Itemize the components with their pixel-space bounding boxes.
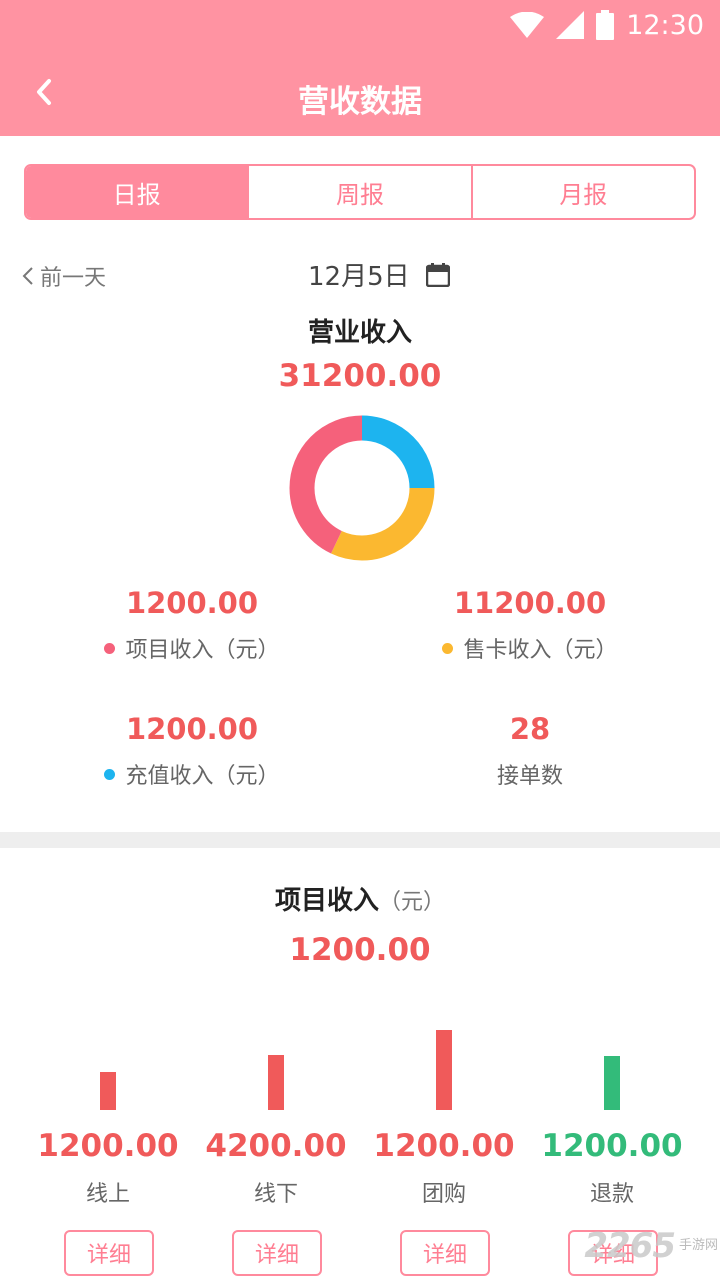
title-bar: 营收数据 bbox=[0, 58, 720, 132]
date-picker[interactable]: 12月5日 bbox=[308, 256, 450, 293]
prev-day-button[interactable]: 前一天 bbox=[22, 260, 106, 292]
chevron-left-icon bbox=[22, 267, 33, 285]
watermark-logo: 2265 手游网 bbox=[584, 1226, 718, 1266]
stat-label-row: 售卡收入（元） bbox=[350, 632, 710, 664]
page-title: 营收数据 bbox=[298, 84, 422, 120]
detail-button-online[interactable]: 详细 bbox=[64, 1230, 154, 1276]
battery-icon bbox=[596, 10, 615, 40]
status-time: 12:30 bbox=[626, 9, 704, 41]
stat-order-count: 28 接单数 bbox=[350, 712, 710, 790]
bar-label: 退款 bbox=[589, 1182, 634, 1207]
bar-column-refund: 1200.00 退款 bbox=[528, 1128, 696, 1208]
report-tabs: 日报 周报 月报 bbox=[24, 164, 696, 220]
stat-label: 项目收入（元） bbox=[125, 638, 280, 663]
income-bar-3 bbox=[604, 1056, 620, 1110]
detail-button-groupbuy[interactable]: 详细 bbox=[400, 1230, 490, 1276]
signal-icon bbox=[556, 11, 585, 39]
stat-recharge-income: 1200.00 充值收入（元） bbox=[12, 712, 372, 790]
project-income-title: 项目收入（元） bbox=[0, 880, 720, 917]
watermark-number: 2265 bbox=[584, 1226, 676, 1266]
project-income-heading: 项目收入 bbox=[274, 886, 379, 916]
wifi-icon bbox=[510, 12, 545, 38]
project-income-bars bbox=[24, 1010, 696, 1110]
status-bar: 12:30 bbox=[0, 0, 720, 50]
stat-label: 接单数 bbox=[496, 764, 563, 789]
project-income-unit: （元） bbox=[379, 890, 446, 915]
detail-button-offline[interactable]: 详细 bbox=[232, 1230, 322, 1276]
income-bar-2 bbox=[436, 1030, 452, 1110]
tab-daily[interactable]: 日报 bbox=[26, 166, 248, 218]
bar-value: 1200.00 bbox=[541, 1128, 683, 1164]
bar-label: 线下 bbox=[253, 1182, 298, 1207]
bar-value: 1200.00 bbox=[37, 1128, 179, 1164]
revenue-title: 营业收入 bbox=[307, 318, 412, 348]
stat-value: 1200.00 bbox=[125, 586, 259, 620]
stat-label: 售卡收入（元） bbox=[463, 638, 618, 663]
income-bar-0 bbox=[100, 1072, 116, 1110]
prev-day-label: 前一天 bbox=[40, 266, 107, 291]
current-date: 12月5日 bbox=[308, 262, 410, 292]
status-icons: 12:30 bbox=[510, 8, 704, 42]
bar-column-groupbuy: 1200.00 团购 bbox=[360, 1128, 528, 1208]
revenue-donut-chart bbox=[289, 415, 435, 561]
stat-value: 28 bbox=[509, 712, 551, 746]
bar-column-online: 1200.00 线上 bbox=[24, 1128, 192, 1208]
revenue-total: 31200.00 bbox=[278, 358, 442, 394]
date-navigation: 前一天 12月5日 bbox=[0, 250, 720, 296]
stat-value: 11200.00 bbox=[453, 586, 607, 620]
stat-card-income: 11200.00 售卡收入（元） bbox=[350, 586, 710, 664]
stat-value: 1200.00 bbox=[125, 712, 259, 746]
stat-label-row: 充值收入（元） bbox=[12, 758, 372, 790]
bar-column-offline: 4200.00 线下 bbox=[192, 1128, 360, 1208]
app-header: 12:30 营收数据 bbox=[0, 0, 720, 136]
tab-weekly[interactable]: 周报 bbox=[247, 166, 470, 218]
project-income-total: 1200.00 bbox=[289, 932, 431, 968]
legend-dot bbox=[104, 768, 116, 780]
stat-label-row: 接单数 bbox=[350, 758, 710, 790]
legend-dot bbox=[104, 642, 116, 654]
stat-label: 充值收入（元） bbox=[125, 764, 280, 789]
legend-dot bbox=[442, 642, 454, 654]
section-divider bbox=[0, 832, 720, 848]
stat-label-row: 项目收入（元） bbox=[12, 632, 372, 664]
stat-project-income: 1200.00 项目收入（元） bbox=[12, 586, 372, 664]
calendar-icon bbox=[425, 262, 450, 287]
bar-label: 线上 bbox=[85, 1182, 130, 1207]
bar-label: 团购 bbox=[421, 1182, 466, 1207]
bar-value: 4200.00 bbox=[205, 1128, 347, 1164]
watermark-text: 手游网 bbox=[678, 1238, 718, 1253]
income-bar-1 bbox=[268, 1055, 284, 1110]
tab-monthly[interactable]: 月报 bbox=[470, 166, 694, 218]
bar-value: 1200.00 bbox=[373, 1128, 515, 1164]
